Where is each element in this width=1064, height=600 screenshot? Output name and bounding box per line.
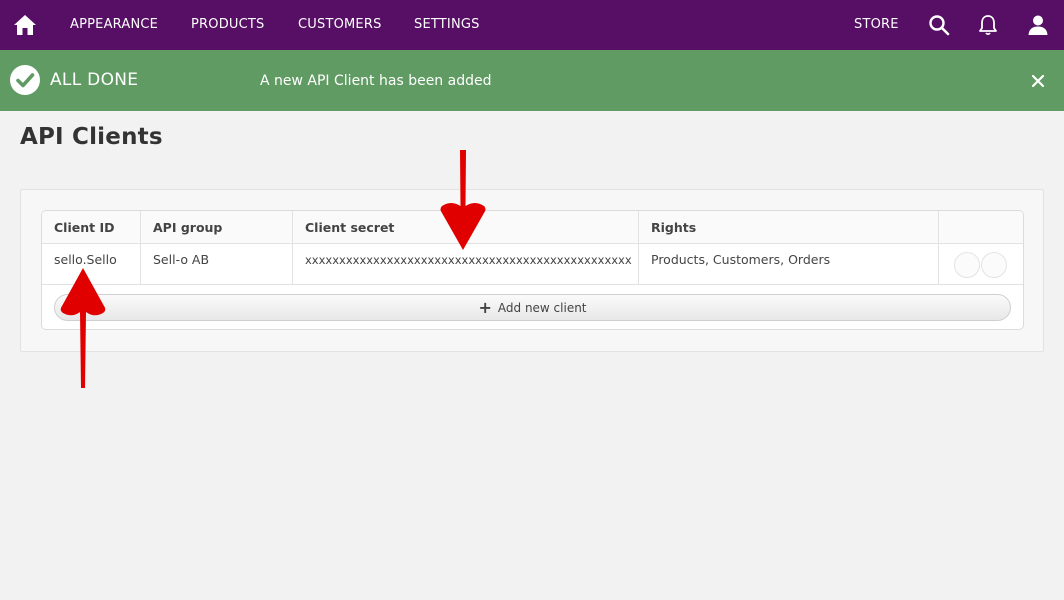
nav-appearance[interactable]: APPEARANCE bbox=[70, 17, 158, 32]
nav-customers[interactable]: CUSTOMERS bbox=[298, 17, 382, 32]
cell-rights: Products, Customers, Orders bbox=[651, 252, 831, 267]
column-header-rights[interactable]: Rights bbox=[639, 211, 939, 244]
add-new-client-label: Add new client bbox=[497, 301, 587, 315]
nav-products[interactable]: PRODUCTS bbox=[191, 17, 265, 32]
alert-title: ALL DONE bbox=[50, 70, 139, 90]
user-icon[interactable] bbox=[1026, 13, 1050, 37]
bell-icon[interactable] bbox=[976, 13, 1000, 37]
column-header-actions bbox=[939, 211, 1023, 244]
edit-client-button[interactable] bbox=[954, 252, 980, 278]
check-circle-icon bbox=[10, 65, 40, 95]
api-clients-table: Client ID API group Client secret Rights… bbox=[41, 210, 1024, 330]
cell-api-group: Sell-o AB bbox=[153, 252, 210, 267]
annotation-arrow-up bbox=[60, 268, 106, 388]
api-clients-panel: Client ID API group Client secret Rights… bbox=[20, 189, 1044, 352]
delete-client-button[interactable] bbox=[981, 252, 1007, 278]
success-alert: ALL DONE A new API Client has been added bbox=[0, 50, 1064, 111]
alert-message: A new API Client has been added bbox=[260, 73, 492, 89]
page-title: API Clients bbox=[20, 124, 163, 150]
close-icon[interactable] bbox=[1028, 71, 1048, 91]
plus-icon: + bbox=[478, 298, 492, 317]
home-icon[interactable] bbox=[12, 12, 38, 38]
annotation-arrow-down bbox=[440, 150, 486, 250]
column-header-client-id[interactable]: Client ID bbox=[42, 211, 141, 244]
nav-settings[interactable]: SETTINGS bbox=[414, 17, 480, 32]
search-icon[interactable] bbox=[927, 13, 951, 37]
nav-store[interactable]: STORE bbox=[854, 17, 899, 32]
top-nav: APPEARANCE PRODUCTS CUSTOMERS SETTINGS S… bbox=[0, 0, 1064, 50]
column-header-api-group[interactable]: API group bbox=[141, 211, 293, 244]
add-new-client-button[interactable]: + Add new client bbox=[54, 294, 1011, 321]
